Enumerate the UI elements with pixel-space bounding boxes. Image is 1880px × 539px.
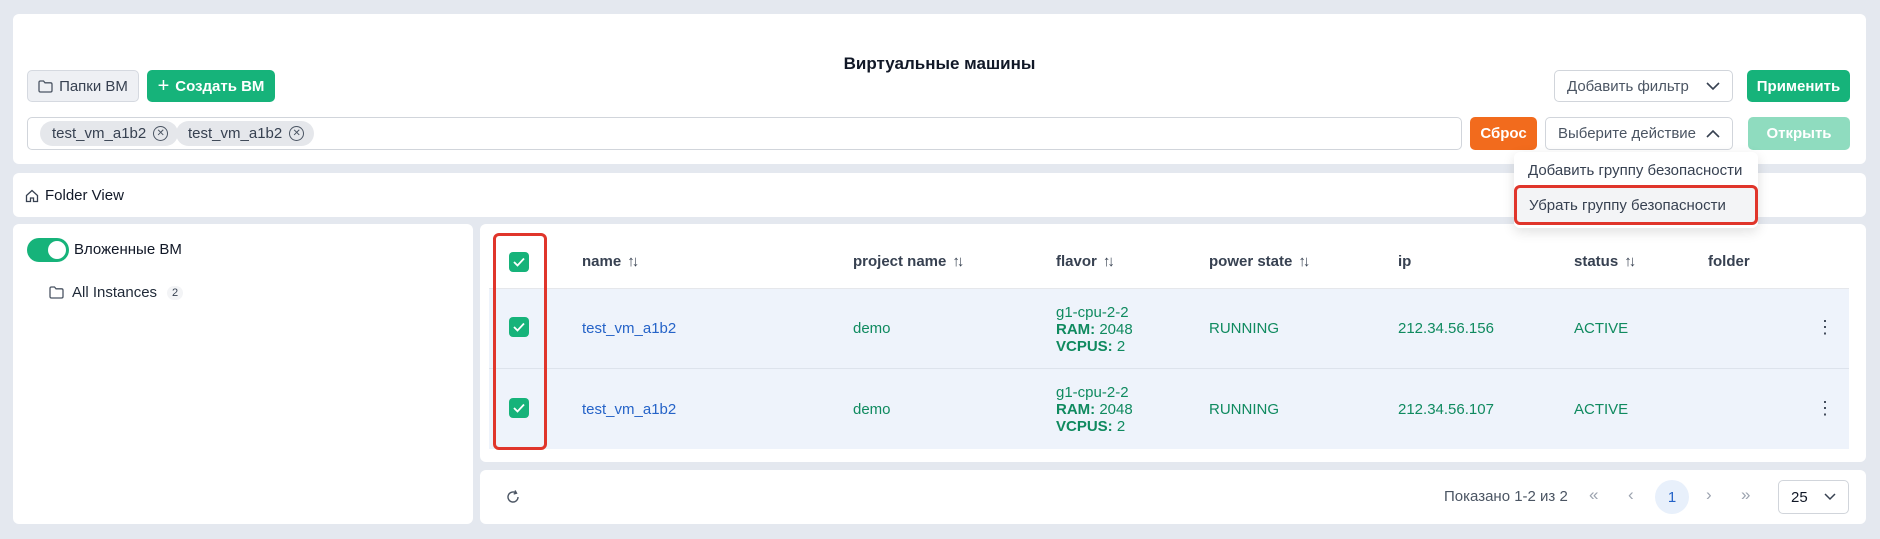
flavor-cell: g1-cpu-2-2 RAM: 2048 VCPUS: 2 bbox=[1056, 304, 1133, 355]
column-header-project[interactable]: project name ↑↓ bbox=[853, 253, 964, 270]
folder-view-label: Folder View bbox=[45, 187, 124, 204]
project-name: demo bbox=[853, 401, 891, 418]
header-panel: Виртуальные машины Папки ВМ + Создать ВМ… bbox=[13, 14, 1866, 164]
sort-icon[interactable]: ↑↓ bbox=[1298, 253, 1310, 270]
sort-icon[interactable]: ↑↓ bbox=[1103, 253, 1115, 270]
menu-item-add-security-group[interactable]: Добавить группу безопасности bbox=[1528, 162, 1742, 179]
apply-button[interactable]: Применить bbox=[1747, 70, 1850, 102]
ram-label: RAM: bbox=[1056, 401, 1096, 418]
open-label: Открыть bbox=[1766, 125, 1832, 142]
ram-value: 2048 bbox=[1099, 401, 1133, 418]
vcpus-label: VCPUS: bbox=[1056, 418, 1113, 435]
reset-button[interactable]: Сброс bbox=[1470, 117, 1537, 150]
vm-name-link[interactable]: test_vm_a1b2 bbox=[582, 320, 676, 337]
ram-value: 2048 bbox=[1099, 321, 1133, 338]
plus-icon: + bbox=[157, 75, 170, 97]
flavor-cell: g1-cpu-2-2 RAM: 2048 VCPUS: 2 bbox=[1056, 384, 1133, 435]
vcpus-label: VCPUS: bbox=[1056, 338, 1113, 355]
first-page-icon[interactable]: « bbox=[1589, 485, 1598, 505]
remove-chip-icon[interactable]: ✕ bbox=[153, 126, 169, 141]
add-filter-placeholder: Добавить фильтр bbox=[1567, 77, 1689, 95]
menu-item-remove-security-group[interactable]: Убрать группу безопасности bbox=[1514, 185, 1758, 225]
create-vm-button[interactable]: + Создать ВМ bbox=[147, 70, 275, 102]
flavor-name: g1-cpu-2-2 bbox=[1056, 304, 1129, 321]
apply-label: Применить bbox=[1756, 77, 1841, 95]
row-divider bbox=[489, 368, 1849, 369]
folder-count-badge: 2 bbox=[167, 285, 184, 300]
chevron-up-icon bbox=[1706, 129, 1720, 138]
flavor-name: g1-cpu-2-2 bbox=[1056, 384, 1129, 401]
power-state: RUNNING bbox=[1209, 320, 1279, 337]
prev-page-icon[interactable]: ‹ bbox=[1628, 485, 1634, 505]
remove-chip-icon[interactable]: ✕ bbox=[289, 126, 305, 141]
sort-icon[interactable]: ↑↓ bbox=[952, 253, 964, 270]
sort-icon[interactable]: ↑↓ bbox=[627, 253, 639, 270]
refresh-icon[interactable] bbox=[505, 489, 521, 505]
table-row[interactable] bbox=[489, 369, 1849, 449]
action-dropdown-menu: Добавить группу безопасности Убрать груп… bbox=[1514, 152, 1758, 228]
power-state: RUNNING bbox=[1209, 401, 1279, 418]
column-header-name[interactable]: name ↑↓ bbox=[582, 253, 639, 270]
folders-button[interactable]: Папки ВМ bbox=[27, 70, 139, 102]
action-select[interactable]: Выберите действие bbox=[1545, 117, 1733, 150]
checkbox-column-highlight bbox=[493, 233, 547, 450]
page-number-current[interactable]: 1 bbox=[1655, 480, 1689, 514]
vcpus-value: 2 bbox=[1116, 418, 1126, 435]
toggle-knob bbox=[48, 241, 66, 259]
column-header-status[interactable]: status ↑↓ bbox=[1574, 253, 1636, 270]
vcpus-value: 2 bbox=[1116, 338, 1126, 355]
nested-vm-toggle[interactable] bbox=[27, 238, 69, 262]
menu-item-label: Убрать группу безопасности bbox=[1529, 197, 1726, 214]
row-menu-icon[interactable]: ⋮ bbox=[1816, 318, 1834, 336]
folder-icon bbox=[49, 286, 64, 299]
vm-name-link[interactable]: test_vm_a1b2 bbox=[582, 401, 676, 418]
chevron-down-icon bbox=[1706, 81, 1720, 90]
open-button[interactable]: Открыть bbox=[1748, 117, 1850, 150]
chip-label: test_vm_a1b2 bbox=[52, 125, 147, 142]
table-row[interactable] bbox=[489, 289, 1849, 368]
folder-icon bbox=[38, 79, 53, 93]
row-divider bbox=[489, 288, 1849, 289]
add-filter-select[interactable]: Добавить фильтр bbox=[1554, 70, 1733, 102]
folders-button-label: Папки ВМ bbox=[59, 77, 128, 95]
page-size-select[interactable]: 25 bbox=[1778, 480, 1849, 514]
filter-chip: test_vm_a1b2 ✕ bbox=[40, 121, 179, 146]
reset-label: Сброс bbox=[1480, 125, 1527, 142]
column-header-flavor[interactable]: flavor ↑↓ bbox=[1056, 253, 1115, 270]
sort-icon[interactable]: ↑↓ bbox=[1624, 253, 1636, 270]
folder-view[interactable]: Folder View bbox=[25, 187, 124, 204]
pagination-panel: Показано 1-2 из 2 « ‹ 1 › » 25 bbox=[480, 470, 1866, 524]
column-header-folder: folder bbox=[1708, 253, 1750, 270]
chevron-down-icon bbox=[1824, 493, 1836, 501]
ip-address: 212.34.56.156 bbox=[1398, 320, 1494, 337]
status-value: ACTIVE bbox=[1574, 320, 1629, 337]
next-page-icon[interactable]: › bbox=[1706, 485, 1712, 505]
project-name: demo bbox=[853, 320, 891, 337]
last-page-icon[interactable]: » bbox=[1741, 485, 1750, 505]
status-value: ACTIVE bbox=[1574, 401, 1629, 418]
action-placeholder: Выберите действие bbox=[1558, 125, 1697, 142]
ip-address: 212.34.56.107 bbox=[1398, 401, 1494, 418]
chip-label: test_vm_a1b2 bbox=[188, 125, 283, 142]
ram-label: RAM: bbox=[1056, 321, 1096, 338]
column-header-power-state[interactable]: power state ↑↓ bbox=[1209, 253, 1310, 270]
row-menu-icon[interactable]: ⋮ bbox=[1816, 399, 1834, 417]
nested-vm-label: Вложенные ВМ bbox=[74, 241, 182, 258]
filter-input[interactable]: test_vm_a1b2 ✕ test_vm_a1b2 ✕ bbox=[27, 117, 1462, 150]
pagination-summary: Показано 1-2 из 2 bbox=[1444, 488, 1568, 505]
folder-item-all-instances[interactable]: All Instances 2 bbox=[49, 284, 184, 301]
filter-chip: test_vm_a1b2 ✕ bbox=[176, 121, 315, 146]
create-vm-label: Создать ВМ bbox=[175, 77, 265, 95]
sidebar: Вложенные ВМ All Instances 2 bbox=[13, 224, 473, 524]
home-icon bbox=[25, 189, 39, 202]
folder-label: All Instances bbox=[72, 284, 158, 301]
column-header-ip: ip bbox=[1398, 253, 1412, 270]
